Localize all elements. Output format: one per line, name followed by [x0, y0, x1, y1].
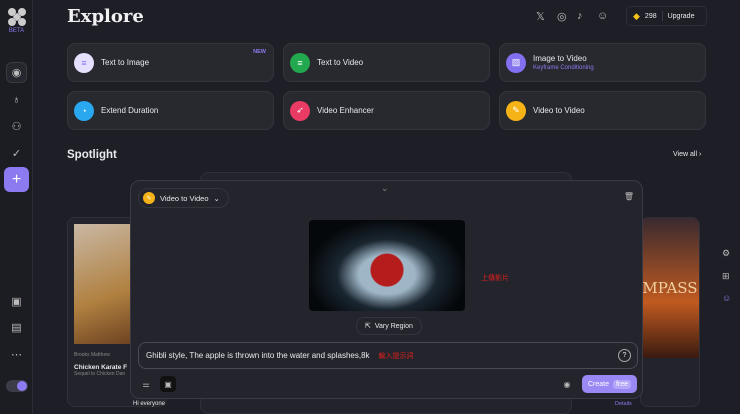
text-video-icon: ≡ [290, 52, 310, 73]
image-icon: ▨ [506, 52, 526, 73]
new-badge: NEW [253, 49, 266, 55]
tool-video-to-video[interactable]: ✎ Video to Video [499, 91, 706, 130]
trash-icon[interactable]: 🗑 [621, 188, 637, 204]
mode-select[interactable]: ✎ Video to Video ⌄ [138, 188, 229, 208]
rocket-icon: ➶ [290, 100, 310, 121]
sidebar: BETA ◉ ♁ ⚇ ✓ + ▣ ▤ ⋯ [0, 0, 33, 414]
tool-text-to-video[interactable]: ≡ Text to Video [283, 43, 490, 82]
spotlight-title: Spotlight [67, 149, 117, 161]
tool-image-to-video[interactable]: ▨ Image to Video Keyframe Conditioning [499, 43, 706, 82]
tool-video-enhancer[interactable]: ➶ Video Enhancer [283, 91, 490, 130]
credits-count: 298 [644, 12, 657, 20]
vary-region-button[interactable]: ⇱ Vary Region [356, 317, 422, 335]
eye-icon[interactable]: ◉ [559, 376, 575, 392]
upgrade-button[interactable]: Upgrade [668, 13, 695, 20]
api-icon[interactable]: ▣ [6, 291, 27, 312]
details-link[interactable]: Details [615, 401, 632, 407]
beta-badge: BETA [8, 28, 25, 34]
help-icon[interactable]: ? [618, 349, 631, 362]
logo-icon[interactable] [7, 8, 27, 26]
document-icon[interactable]: ▤ [6, 317, 27, 338]
tool-text-to-image[interactable]: ≡ Text to Image NEW [67, 43, 274, 82]
user-icon[interactable]: ⚇ [6, 116, 27, 137]
thumbnail [74, 224, 136, 344]
timer-icon: ◔ [74, 100, 94, 121]
instagram-icon[interactable]: ◎ [557, 10, 567, 23]
brush-icon: ✎ [506, 100, 526, 121]
view-all-link[interactable]: View all › [673, 151, 701, 158]
text-image-icon: ≡ [74, 52, 94, 73]
brush-icon: ✎ [143, 192, 155, 204]
check-circle-icon[interactable]: ✓ [6, 143, 27, 164]
settings-sliders-icon[interactable]: ⚌ [138, 376, 154, 392]
page-title: Explore [67, 6, 144, 27]
credits-box: ◆ 298 Upgrade [626, 6, 707, 26]
crop-icon: ⇱ [365, 323, 371, 330]
grid-icon[interactable]: ⊞ [722, 271, 730, 282]
image-ratio-icon[interactable]: ▣ [160, 376, 176, 392]
create-panel: ✎ Video to Video ⌄ ⌄ 🗑 上傳影片 ⇱ Vary Region G… [130, 180, 643, 399]
create-button[interactable]: + [4, 167, 29, 192]
discord-float-icon[interactable]: ☺ [722, 293, 731, 303]
theme-toggle[interactable] [6, 380, 28, 392]
x-icon[interactable]: 𝕏 [536, 10, 545, 23]
spotlight-card-right[interactable]: MPASS [640, 217, 700, 407]
explore-icon[interactable]: ◉ [6, 62, 27, 83]
more-icon[interactable]: ⋯ [6, 344, 27, 365]
annotation-upload: 上傳影片 [481, 275, 509, 282]
discord-icon[interactable]: ☺ [597, 10, 608, 22]
gift-icon[interactable]: ⚙ [722, 248, 730, 259]
card-text: Hi everyone [133, 401, 166, 407]
prompt-input[interactable]: Ghibli style, The apple is thrown into t… [138, 342, 638, 369]
annotation-prompt: 輸入提示詞 [378, 352, 414, 360]
create-button[interactable]: Create free [582, 375, 637, 393]
gem-icon: ◆ [633, 10, 640, 21]
tool-extend-duration[interactable]: ◔ Extend Duration [67, 91, 274, 130]
collapse-icon[interactable]: ⌄ [381, 183, 389, 194]
tiktok-icon[interactable]: ♪ [577, 10, 583, 22]
uploaded-video-thumbnail[interactable] [309, 220, 465, 311]
chevron-down-icon: ⌄ [213, 193, 220, 203]
lightbulb-icon[interactable]: ♁ [6, 89, 27, 110]
